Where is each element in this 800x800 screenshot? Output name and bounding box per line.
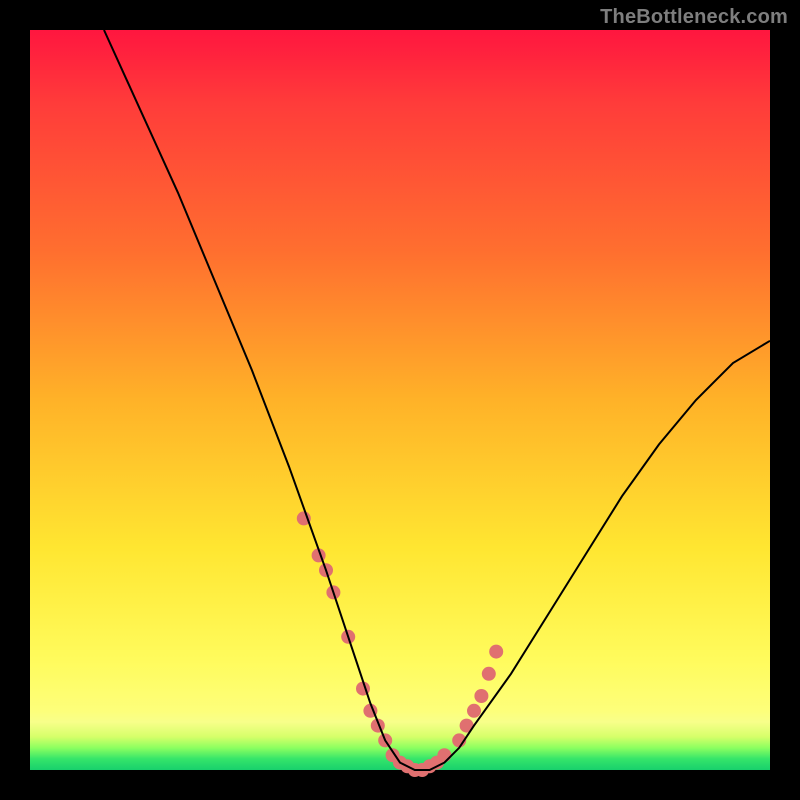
curve-svg [30, 30, 770, 770]
highlight-dot [467, 704, 481, 718]
bottleneck-curve [104, 30, 770, 770]
plot-area [30, 30, 770, 770]
highlight-dot [482, 667, 496, 681]
highlight-dot [489, 645, 503, 659]
highlight-dot [437, 748, 451, 762]
branding-label: TheBottleneck.com [600, 6, 788, 29]
highlight-dot [474, 689, 488, 703]
highlight-dots-layer [297, 511, 503, 777]
chart-stage: TheBottleneck.com [0, 0, 800, 800]
